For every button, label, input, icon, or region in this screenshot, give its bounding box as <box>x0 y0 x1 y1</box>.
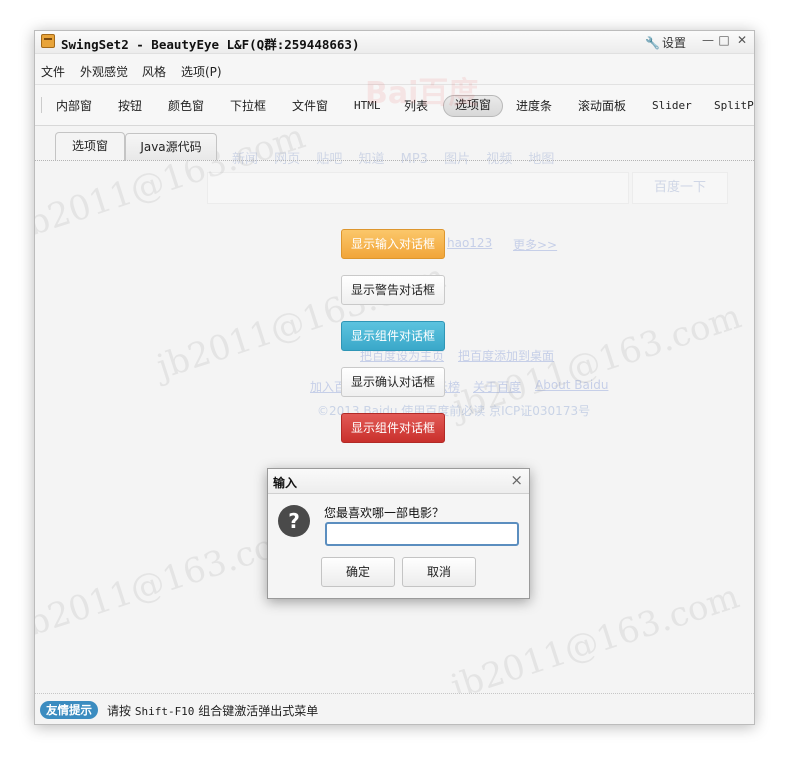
menu-file[interactable]: 文件 <box>41 63 65 80</box>
dialog-title-bar: 输入 × <box>268 469 529 494</box>
show-confirm-dialog-button[interactable]: 显示确认对话框 <box>341 367 445 397</box>
toolbar-internal-frame[interactable]: 内部窗 <box>56 96 92 116</box>
menu-look-and-feel[interactable]: 外观感觉 <box>80 63 128 80</box>
question-icon: ? <box>278 505 310 537</box>
status-text: 请按 Shift-F10 组合键激活弹出式菜单 <box>107 702 318 719</box>
menu-options[interactable]: 选项(P) <box>181 63 222 80</box>
tip-badge: 友情提示 <box>40 701 98 719</box>
settings-button[interactable]: 🔧 设置 <box>645 34 686 51</box>
toolbar-split-pane[interactable]: SplitPa <box>714 96 754 116</box>
hao123-link-ghost: hao123 <box>447 236 493 250</box>
app-icon <box>41 34 55 48</box>
minimize-button[interactable]: — <box>702 33 714 47</box>
ok-button[interactable]: 确定 <box>321 557 395 587</box>
maximize-button[interactable]: □ <box>718 33 730 47</box>
wrench-icon: 🔧 <box>645 36 660 50</box>
status-text-prefix: 请按 <box>107 704 135 718</box>
show-input-dialog-button[interactable]: 显示输入对话框 <box>341 229 445 259</box>
tab-divider <box>35 160 754 161</box>
dialog-close-icon[interactable]: × <box>510 471 523 489</box>
tab-java-source[interactable]: Java源代码 <box>125 133 217 160</box>
title-bar: SwingSet2 - BeautyEye L&F(Q群:259448663) … <box>35 31 754 54</box>
toolbar-color-chooser[interactable]: 颜色窗 <box>168 96 204 116</box>
show-component-dialog-red-button[interactable]: 显示组件对话框 <box>341 413 445 443</box>
toolbar-scroll-pane[interactable]: 滚动面板 <box>578 96 626 116</box>
content-area: Bai百度 新闻 网页 贴吧 知道 MP3 图片 视频 地图 百度一下 hao1… <box>35 76 754 707</box>
add-desktop-link-ghost: 把百度添加到桌面 <box>458 349 555 363</box>
tab-option-pane[interactable]: 选项窗 <box>55 132 125 161</box>
status-bar: 友情提示 请按 Shift-F10 组合键激活弹出式菜单 <box>35 693 754 724</box>
close-button[interactable]: ✕ <box>736 33 748 47</box>
baidu-logo-ghost: Bai百度 <box>365 76 479 111</box>
app-window: SwingSet2 - BeautyEye L&F(Q群:259448663) … <box>34 30 755 725</box>
baidu-search-button-ghost: 百度一下 <box>632 172 728 204</box>
more-link-ghost: 更多>> <box>513 238 558 252</box>
input-dialog: 输入 × ? 您最喜欢哪一部电影？ 确定 取消 <box>267 468 530 599</box>
window-title: SwingSet2 - BeautyEye L&F(Q群:259448663) <box>61 37 360 52</box>
baidu-nav-ghost: 新闻 网页 贴吧 知道 MP3 图片 视频 地图 <box>232 148 554 167</box>
baidu-search-box-ghost <box>207 172 629 204</box>
toolbar-slider[interactable]: Slider <box>652 96 692 116</box>
status-text-key: Shift-F10 <box>134 705 195 718</box>
about-en-link-ghost: About Baidu <box>535 378 609 392</box>
toolbar-file-chooser[interactable]: 文件窗 <box>292 96 328 116</box>
dialog-prompt: 您最喜欢哪一部电影？ <box>324 506 445 520</box>
toolbar-button[interactable]: 按钮 <box>118 96 142 116</box>
menu-style[interactable]: 风格 <box>142 63 166 80</box>
show-warning-dialog-button[interactable]: 显示警告对话框 <box>341 275 445 305</box>
toolbar-separator <box>41 97 42 113</box>
about-cn-link-ghost: 关于百度 <box>473 380 522 394</box>
cancel-button[interactable]: 取消 <box>402 557 476 587</box>
status-text-suffix: 组合键激活弹出式菜单 <box>194 704 319 718</box>
toolbar-progress-bar[interactable]: 进度条 <box>516 96 552 116</box>
dialog-title: 输入 <box>273 476 298 490</box>
settings-label: 设置 <box>661 36 686 50</box>
show-component-dialog-button[interactable]: 显示组件对话框 <box>341 321 445 351</box>
dialog-input-field[interactable] <box>325 522 519 546</box>
toolbar-combobox[interactable]: 下拉框 <box>230 96 266 116</box>
